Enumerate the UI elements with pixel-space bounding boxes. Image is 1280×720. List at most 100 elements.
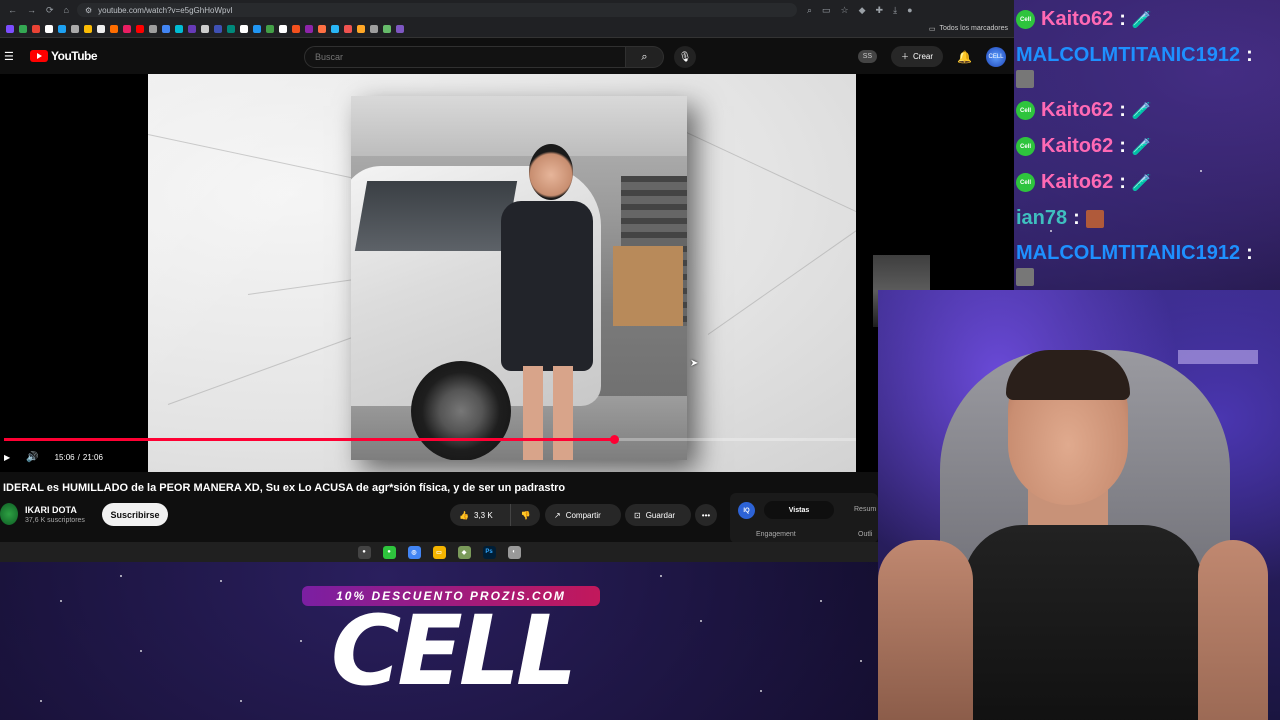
url-field[interactable]: ⚙ youtube.com/watch?v=e5gGhHoWpvI: [76, 3, 797, 17]
share-button[interactable]: ↗ Compartir: [545, 504, 621, 526]
folder-icon: ▭: [928, 25, 936, 33]
star-icon[interactable]: ☆: [841, 5, 849, 16]
outline-label: Outli: [858, 531, 873, 538]
voice-search-button[interactable]: 🎙: [674, 46, 696, 68]
video-player[interactable]: ➤ ▶ 🔊 15:06 / 21:06: [0, 74, 1014, 472]
address-bar: ← → ⟳ ⌂ ⚙ youtube.com/watch?v=e5gGhHoWpv…: [0, 0, 1014, 20]
bookmark-icon[interactable]: [305, 24, 313, 33]
bookmark-icon[interactable]: [71, 24, 79, 33]
potion-emote-icon: 🧪: [1131, 174, 1152, 192]
bookmark-icon[interactable]: [123, 24, 131, 33]
bookmarks-folder[interactable]: ▭ Todos los marcadores: [929, 25, 1008, 33]
bookmarks-folder-label: Todos los marcadores: [939, 25, 1008, 32]
home-icon[interactable]: ⌂: [64, 5, 69, 16]
chat-message: Cell Kaito62 : 🧪: [1016, 8, 1152, 31]
bookmark-icon[interactable]: [214, 24, 222, 33]
mic-icon: 🎙: [678, 51, 692, 63]
forward-icon[interactable]: →: [27, 5, 36, 16]
folder-icon[interactable]: ▭: [432, 545, 446, 559]
progress-handle[interactable]: [610, 435, 620, 444]
chat-message: Cell Kaito62 : 🧪: [1016, 135, 1152, 158]
bell-icon[interactable]: 🔔: [957, 50, 972, 64]
puzzle-icon[interactable]: ✚: [876, 5, 884, 16]
like-count: 3,3 K: [473, 510, 493, 520]
promo-banner: 10% DESCUENTO PROZIS.COM: [302, 586, 600, 606]
channel-name[interactable]: IKARI DOTA: [25, 505, 77, 515]
bookmark-icon[interactable]: [84, 24, 92, 33]
bookmark-icon[interactable]: [6, 24, 14, 33]
bookmark-icon[interactable]: [331, 24, 339, 33]
star-decoration: [40, 700, 42, 702]
bookmark-icon[interactable]: [344, 24, 352, 33]
more-button[interactable]: •••: [695, 504, 717, 526]
stats-extension-panel: IQ Vistas Resum Engagement Outli: [730, 493, 878, 543]
bookmark-icon[interactable]: [58, 24, 66, 33]
bookmark-icon[interactable]: [45, 24, 53, 33]
bookmark-icon[interactable]: [19, 24, 27, 33]
app-icon[interactable]: ◆: [457, 545, 471, 559]
share-icon: ↗: [554, 510, 561, 520]
bookmark-icon[interactable]: [136, 24, 144, 33]
search-input[interactable]: [304, 46, 626, 68]
bookmark-icon[interactable]: [383, 24, 391, 33]
profile-icon[interactable]: ●: [907, 5, 912, 16]
play-icon[interactable]: ▶: [4, 453, 10, 462]
menu-icon[interactable]: ☰: [4, 50, 18, 63]
create-button[interactable]: ＋ Crear: [891, 46, 944, 67]
bookmark-icon[interactable]: [97, 24, 105, 33]
progress-bar[interactable]: [4, 435, 856, 444]
avatar[interactable]: CELL: [986, 46, 1006, 67]
extension-icon[interactable]: ◆: [859, 5, 866, 16]
star-decoration: [1050, 230, 1052, 232]
chat-username: MALCOLMTITANIC1912: [1016, 44, 1241, 66]
app-icon[interactable]: ●: [382, 545, 396, 559]
zoom-icon[interactable]: ⌕: [807, 5, 812, 16]
bookmark-icon[interactable]: [110, 24, 118, 33]
emote-icon: [1016, 268, 1034, 286]
channel-avatar[interactable]: [0, 503, 18, 525]
bookmark-icon[interactable]: [253, 24, 261, 33]
bookmark-icon[interactable]: [149, 24, 157, 33]
bookmark-icon[interactable]: [32, 24, 40, 33]
back-icon[interactable]: ←: [8, 5, 17, 16]
bookmark-icon[interactable]: [370, 24, 378, 33]
bookmark-icon[interactable]: [175, 24, 183, 33]
bookmark-icon[interactable]: [201, 24, 209, 33]
search-button[interactable]: ⌕: [626, 46, 664, 68]
bookmark-icon[interactable]: [188, 24, 196, 33]
bookmark-icon[interactable]: [240, 24, 248, 33]
chat-emote-row: [1016, 70, 1034, 88]
plus-icon: ＋: [901, 52, 910, 61]
tab-views[interactable]: Vistas: [764, 501, 834, 519]
download-icon[interactable]: ⤓: [893, 5, 897, 16]
bookmark-icon[interactable]: [292, 24, 300, 33]
dislike-button[interactable]: 👎: [510, 504, 540, 526]
like-button[interactable]: 👍 3,3 K: [450, 504, 510, 526]
bookmark-icon[interactable]: [279, 24, 287, 33]
save-button[interactable]: ⊡ Guardar: [625, 504, 691, 526]
reload-icon[interactable]: ⟳: [46, 5, 54, 16]
star-decoration: [660, 575, 662, 577]
account-badge[interactable]: SS: [857, 50, 878, 63]
obs-icon[interactable]: ●: [357, 545, 371, 559]
cast-icon[interactable]: ▭: [822, 5, 831, 16]
chat-badge-icon: Cell: [1016, 101, 1035, 120]
site-info-icon[interactable]: ⚙: [85, 6, 92, 15]
youtube-logo[interactable]: YouTube: [30, 49, 98, 63]
bookmark-icon[interactable]: [318, 24, 326, 33]
bookmark-icon[interactable]: [266, 24, 274, 33]
duration: 21:06: [82, 452, 103, 462]
streamer-body: [963, 525, 1203, 720]
search-box: ⌕ 🎙: [304, 46, 696, 68]
tab-summary[interactable]: Resum: [854, 506, 876, 513]
chrome-icon[interactable]: ◎: [407, 545, 421, 559]
volume-icon[interactable]: 🔊: [26, 452, 38, 463]
bookmark-icon[interactable]: [357, 24, 365, 33]
app-icon[interactable]: ◐: [507, 545, 521, 559]
photoshop-icon[interactable]: Ps: [482, 545, 496, 559]
subscribe-button[interactable]: Suscribirse: [102, 503, 168, 526]
bookmark-icon[interactable]: [396, 24, 404, 33]
bookmark-icon[interactable]: [162, 24, 170, 33]
bookmark-icon[interactable]: [227, 24, 235, 33]
youtube-header: ☰ YouTube ⌕ 🎙 SS ＋ Crear 🔔 CELL: [0, 38, 1014, 74]
